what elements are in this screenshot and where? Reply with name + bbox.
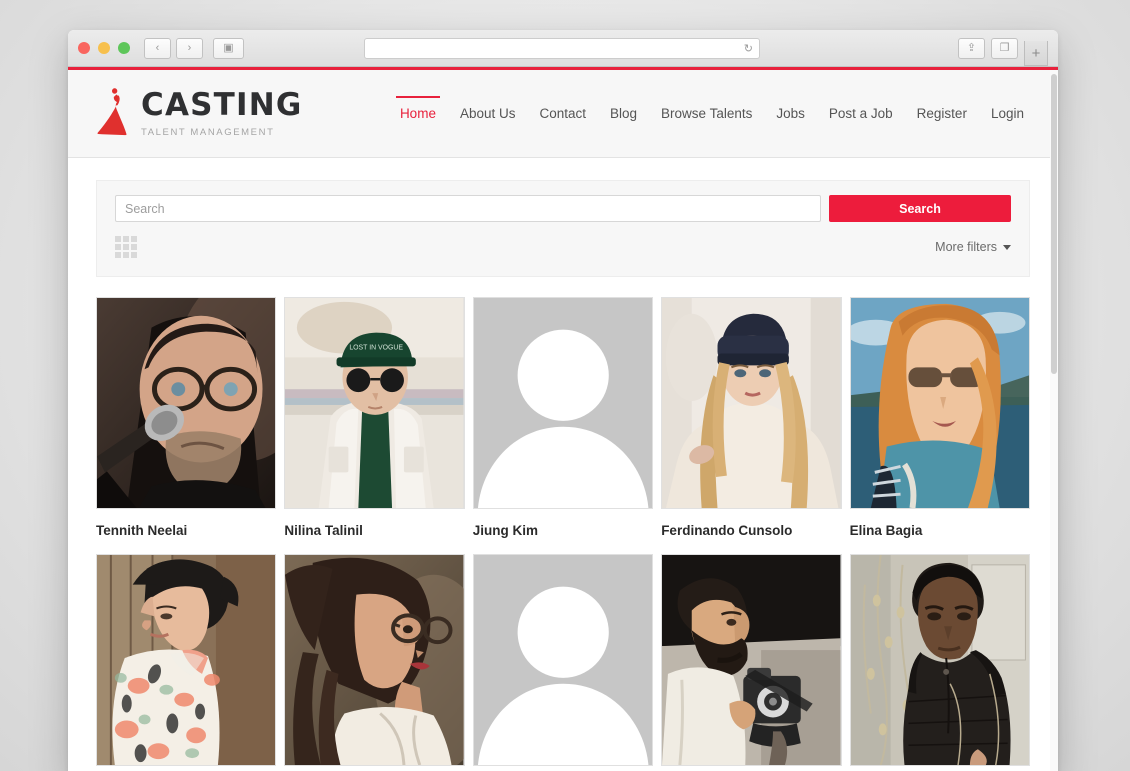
search-button[interactable]: Search: [829, 195, 1011, 222]
talent-card[interactable]: [96, 554, 277, 771]
talent-card[interactable]: [284, 554, 465, 771]
nav-item-register[interactable]: Register: [905, 70, 979, 158]
page-scrollbar[interactable]: [1050, 70, 1058, 771]
nav-item-blog[interactable]: Blog: [598, 70, 649, 158]
nav-item-post-a-job[interactable]: Post a Job: [817, 70, 905, 158]
talent-name: Tennith Neelai: [96, 523, 188, 538]
talent-name: [284, 766, 464, 771]
forward-icon[interactable]: ›: [176, 37, 203, 59]
page-viewport: CASTING TALENT MANAGEMENT Home About Us …: [68, 70, 1058, 771]
talent-card[interactable]: [661, 554, 842, 771]
browser-titlebar: ‹ › ▣ ↻ ⇪ ❐ +: [68, 30, 1058, 67]
talent-photo[interactable]: [849, 554, 1030, 766]
talent-name: [850, 766, 1030, 771]
nav-item-contact[interactable]: Contact: [527, 70, 598, 158]
nav-item-about-us[interactable]: About Us: [448, 70, 528, 158]
talent-photo[interactable]: [96, 297, 277, 509]
talent-name: [473, 766, 653, 771]
main-navigation: Home About Us Contact Blog Browse Talent…: [388, 70, 1036, 158]
minimize-window-button[interactable]: [98, 42, 110, 54]
talent-photo-placeholder[interactable]: [472, 297, 654, 509]
logo-tagline: TALENT MANAGEMENT: [141, 126, 275, 138]
talent-name: Jiung Kim: [472, 523, 539, 538]
talent-card[interactable]: [472, 554, 654, 771]
reload-icon[interactable]: ↻: [744, 42, 753, 55]
search-input[interactable]: [115, 195, 821, 222]
more-filters-label: More filters: [935, 240, 997, 254]
talent-photo[interactable]: [661, 554, 842, 766]
talent-photo[interactable]: [96, 554, 277, 766]
window-controls: [78, 42, 130, 54]
talent-card[interactable]: Tennith Neelai: [96, 297, 277, 554]
nav-item-jobs[interactable]: Jobs: [764, 70, 817, 158]
site-header: CASTING TALENT MANAGEMENT Home About Us …: [68, 70, 1058, 158]
sidebar-toggle-icon[interactable]: ▣: [213, 37, 244, 59]
talent-name: Ferdinando Cunsolo: [661, 523, 793, 538]
dress-figure-logo-icon: [97, 87, 127, 135]
scrollbar-thumb[interactable]: [1051, 74, 1057, 374]
show-tabs-icon[interactable]: ❐: [991, 37, 1018, 59]
filter-row: More filters: [97, 222, 1029, 276]
nav-item-browse-talents[interactable]: Browse Talents: [649, 70, 764, 158]
talent-photo[interactable]: [849, 297, 1030, 509]
browser-right-controls: ⇪ ❐ +: [958, 30, 1048, 66]
share-icon[interactable]: ⇪: [958, 37, 985, 59]
browser-window: ‹ › ▣ ↻ ⇪ ❐ + CASTING TALENT MANAGEMENT …: [68, 30, 1058, 771]
talent-name: [661, 766, 841, 771]
maximize-window-button[interactable]: [118, 42, 130, 54]
talent-grid: Tennith Neelai LOST IN VOGUE Nilina Tali…: [68, 277, 1058, 771]
logo-wordmark: CASTING: [141, 86, 303, 123]
talent-card[interactable]: LOST IN VOGUE Nilina Talinil: [284, 297, 465, 554]
chevron-down-icon: [1003, 244, 1011, 250]
browser-nav-buttons: ‹ ›: [144, 37, 203, 59]
talent-photo[interactable]: LOST IN VOGUE: [284, 297, 465, 509]
more-filters-dropdown[interactable]: More filters: [935, 240, 1011, 254]
search-row: Search: [97, 195, 1029, 222]
nav-item-home[interactable]: Home: [388, 70, 448, 158]
grid-view-icon[interactable]: [115, 236, 137, 258]
site-logo[interactable]: CASTING TALENT MANAGEMENT: [96, 86, 303, 142]
talent-name: Elina Bagia: [849, 523, 923, 538]
talent-photo[interactable]: [661, 297, 842, 509]
talent-photo-placeholder[interactable]: [472, 554, 654, 766]
talent-card[interactable]: [849, 554, 1030, 771]
talent-card[interactable]: Jiung Kim: [472, 297, 654, 554]
talent-card[interactable]: Ferdinando Cunsolo: [661, 297, 842, 554]
svg-text:LOST IN VOGUE: LOST IN VOGUE: [350, 344, 404, 351]
search-panel: Search More filters: [96, 180, 1030, 277]
new-tab-button[interactable]: +: [1024, 41, 1048, 66]
talent-name: [96, 766, 276, 771]
talent-photo[interactable]: [284, 554, 465, 766]
nav-item-login[interactable]: Login: [979, 70, 1036, 158]
close-window-button[interactable]: [78, 42, 90, 54]
address-bar[interactable]: ↻: [364, 37, 760, 59]
back-icon[interactable]: ‹: [144, 37, 171, 59]
talent-name: Nilina Talinil: [284, 523, 363, 538]
talent-card[interactable]: Elina Bagia: [849, 297, 1030, 554]
